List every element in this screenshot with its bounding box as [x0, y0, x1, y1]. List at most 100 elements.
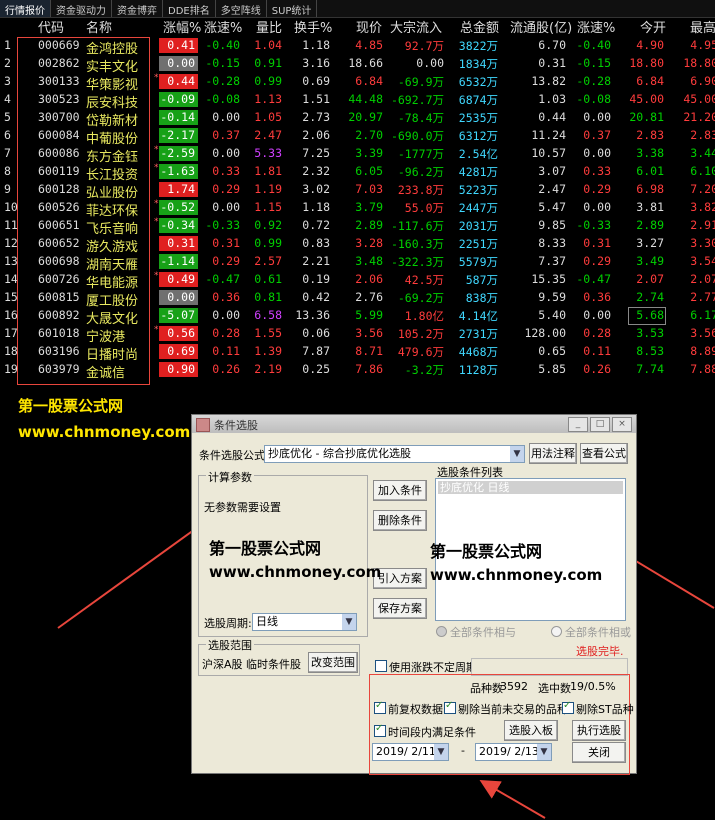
- big-flow-value: 0.00: [416, 56, 444, 70]
- change-percent-badge: 0.00: [159, 290, 198, 305]
- price-value: 5.99: [355, 308, 383, 322]
- speed-value: 0.11: [212, 344, 240, 358]
- add-condition-button[interactable]: 加入条件: [373, 480, 427, 501]
- to-block-button[interactable]: 选股入板块: [504, 720, 558, 756]
- tab-0[interactable]: 行情报价: [0, 0, 51, 17]
- col-header-code[interactable]: 代码: [38, 17, 64, 36]
- float-shares: 2.47: [538, 182, 566, 196]
- price-value: 20.97: [348, 110, 383, 124]
- top-tab-bar: 行情报价 资金驱动力 资金博弈 DDE排名 多空阵线 SUP统计: [0, 0, 715, 18]
- tab-2[interactable]: 资金博弈: [112, 0, 163, 17]
- change-percent-badge: 0.49: [159, 272, 198, 287]
- change-percent-badge: -5.07: [159, 308, 198, 323]
- change-range-button[interactable]: 改变范围: [308, 652, 358, 673]
- col-header-price[interactable]: 现价: [356, 17, 382, 36]
- change-percent-badge: -0.09: [159, 92, 198, 107]
- tab-3[interactable]: DDE排名: [163, 0, 216, 17]
- price-value: 6.84: [355, 74, 383, 88]
- col-header-float[interactable]: 流通股(亿): [510, 17, 572, 36]
- radio-and[interactable]: [436, 626, 447, 637]
- change-percent-badge: 0.41: [159, 38, 198, 53]
- list-item[interactable]: 抄底优化 日线: [438, 481, 623, 494]
- col-header-name[interactable]: 名称: [86, 17, 112, 36]
- run-filter-button[interactable]: 执行选股: [572, 720, 626, 741]
- formula-select[interactable]: 抄底优化 - 综合抄底优化选股 ▼: [264, 445, 525, 463]
- row-index: 13: [4, 254, 18, 268]
- col-header-high[interactable]: 最高: [690, 17, 715, 36]
- big-flow-value: -78.4万: [397, 111, 444, 125]
- minimize-icon[interactable]: _: [568, 417, 588, 432]
- col-header-bigflow[interactable]: 大宗流入: [390, 17, 442, 36]
- price-value: 2.06: [355, 272, 383, 286]
- open-price: 7.74: [636, 362, 664, 376]
- col-header-turnover[interactable]: 换手%: [294, 17, 332, 36]
- radio-or-label: 全部条件相或: [565, 626, 631, 639]
- col-header-volratio[interactable]: 量比: [256, 17, 282, 36]
- tab-1[interactable]: 资金驱动力: [51, 0, 112, 17]
- chevron-down-icon[interactable]: ▼: [510, 446, 524, 462]
- speed2-value: 0.00: [583, 110, 611, 124]
- date-to-field[interactable]: 2019/ 2/13 ▼: [475, 743, 552, 761]
- exclude-st-label: 剔除ST品种: [576, 703, 634, 716]
- col-header-speed2[interactable]: 涨速%: [577, 17, 615, 36]
- col-header-pct[interactable]: 涨幅%: [163, 17, 201, 36]
- row-index: 4: [4, 92, 11, 106]
- close-button[interactable]: 关闭: [572, 742, 626, 763]
- usage-button[interactable]: 用法注释: [529, 443, 577, 464]
- exclude-st-checkbox[interactable]: [562, 700, 574, 714]
- close-icon[interactable]: ×: [612, 417, 632, 432]
- period-condition-checkbox[interactable]: [374, 723, 386, 737]
- save-plan-button[interactable]: 保存方案: [373, 598, 427, 619]
- exclude-untraded-checkbox[interactable]: [444, 700, 456, 714]
- amount-value: 6312万: [458, 129, 498, 143]
- flag-icon: *: [154, 145, 159, 155]
- row-index: 19: [4, 362, 18, 376]
- col-header-amount[interactable]: 总金额: [460, 17, 499, 36]
- change-percent-badge: -2.17: [159, 128, 198, 143]
- high-price: 7.88: [690, 362, 715, 376]
- period-select[interactable]: 日线 ▼: [252, 613, 357, 631]
- speed-value: -0.15: [205, 56, 240, 70]
- radio-or[interactable]: [551, 626, 562, 637]
- open-price: 2.07: [636, 272, 664, 286]
- dialog-titlebar[interactable]: 条件选股 _ □ ×: [192, 415, 636, 433]
- row-index: 15: [4, 290, 18, 304]
- selected-label: 选中数: [538, 682, 571, 695]
- change-percent-badge: -1.14: [159, 254, 198, 269]
- open-price: 20.81: [629, 110, 664, 124]
- turnover-value: 0.83: [302, 236, 330, 250]
- float-shares: 5.85: [538, 362, 566, 376]
- date-from-field[interactable]: 2019/ 2/11 ▼: [372, 743, 449, 761]
- tab-4[interactable]: 多空阵线: [216, 0, 267, 17]
- params-title: 计算参数: [206, 469, 254, 485]
- formula-value: 抄底优化 - 综合抄底优化选股: [268, 447, 411, 460]
- row-index: 14: [4, 272, 18, 286]
- delete-condition-button[interactable]: 删除条件: [373, 510, 427, 531]
- speed2-value: 0.00: [583, 146, 611, 160]
- turnover-value: 2.73: [302, 110, 330, 124]
- uncertain-period-checkbox[interactable]: [375, 660, 387, 672]
- speed2-value: 0.00: [583, 200, 611, 214]
- tab-5[interactable]: SUP统计: [267, 0, 318, 17]
- chevron-down-icon[interactable]: ▼: [434, 744, 448, 760]
- col-header-speed[interactable]: 涨速%: [204, 17, 242, 36]
- name-column-highlight-box: [17, 37, 150, 385]
- high-price: 6.10: [690, 164, 715, 178]
- chevron-down-icon[interactable]: ▼: [342, 614, 356, 630]
- speed2-value: -0.15: [576, 56, 611, 70]
- date-to-value: 2019/ 2/13: [479, 745, 539, 758]
- flag-icon: *: [154, 217, 159, 227]
- view-formula-button[interactable]: 查看公式: [580, 443, 628, 464]
- chevron-down-icon[interactable]: ▼: [537, 744, 551, 760]
- turnover-value: 0.69: [302, 74, 330, 88]
- row-index: 5: [4, 110, 11, 124]
- open-price: 3.49: [636, 254, 664, 268]
- watermark-url-2: www.chnmoney.com: [209, 563, 382, 581]
- forward-adjust-checkbox[interactable]: [374, 700, 386, 714]
- amount-value: 4468万: [458, 345, 498, 359]
- amount-value: 2251万: [458, 237, 498, 251]
- volume-ratio: 1.04: [254, 38, 282, 52]
- maximize-icon[interactable]: □: [590, 417, 610, 432]
- speed-value: 0.29: [212, 182, 240, 196]
- col-header-open[interactable]: 今开: [640, 17, 666, 36]
